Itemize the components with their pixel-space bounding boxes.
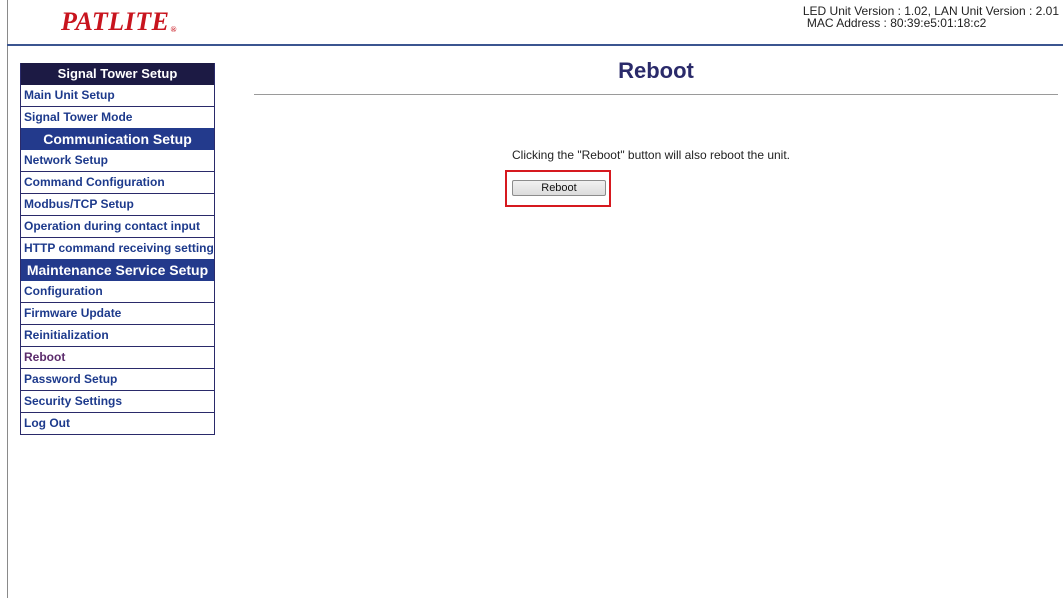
sidebar-item-http-command-receiving-settings[interactable]: HTTP command receiving settings [21, 237, 214, 259]
sidebar-item-password-setup[interactable]: Password Setup [21, 368, 214, 390]
sidebar: Signal Tower Setup Main Unit Setup Signa… [20, 63, 215, 435]
section-communication-setup: Communication Setup [21, 128, 214, 150]
version-info: LED Unit Version : 1.02, LAN Unit Versio… [803, 5, 1059, 29]
sidebar-item-reinitialization[interactable]: Reinitialization [21, 324, 214, 346]
mac-address-text: MAC Address : 80:39:e5:01:18:c2 [806, 16, 987, 30]
sidebar-item-main-unit-setup[interactable]: Main Unit Setup [21, 85, 214, 106]
page-title: Reboot [618, 58, 694, 83]
sidebar-item-signal-tower-mode[interactable]: Signal Tower Mode [21, 106, 214, 128]
sidebar-item-log-out[interactable]: Log Out [21, 412, 214, 434]
header: PATLITE® LED Unit Version : 1.02, LAN Un… [7, 0, 1063, 44]
reboot-button[interactable]: Reboot [512, 180, 606, 196]
sidebar-item-modbus-tcp-setup[interactable]: Modbus/TCP Setup [21, 193, 214, 215]
section-signal-tower-setup: Signal Tower Setup [21, 63, 214, 85]
sidebar-item-firmware-update[interactable]: Firmware Update [21, 302, 214, 324]
sidebar-item-network-setup[interactable]: Network Setup [21, 150, 214, 171]
sidebar-item-configuration[interactable]: Configuration [21, 281, 214, 302]
sidebar-item-command-configuration[interactable]: Command Configuration [21, 171, 214, 193]
header-divider [7, 44, 1063, 46]
sidebar-item-reboot[interactable]: Reboot [21, 346, 214, 368]
title-divider [254, 94, 1058, 95]
section-maintenance-service-setup: Maintenance Service Setup [21, 259, 214, 281]
sidebar-item-operation-during-contact-input[interactable]: Operation during contact input [21, 215, 214, 237]
sidebar-item-security-settings[interactable]: Security Settings [21, 390, 214, 412]
reboot-notice: Clicking the "Reboot" button will also r… [512, 148, 791, 162]
patlite-logo: PATLITE® [61, 7, 177, 36]
